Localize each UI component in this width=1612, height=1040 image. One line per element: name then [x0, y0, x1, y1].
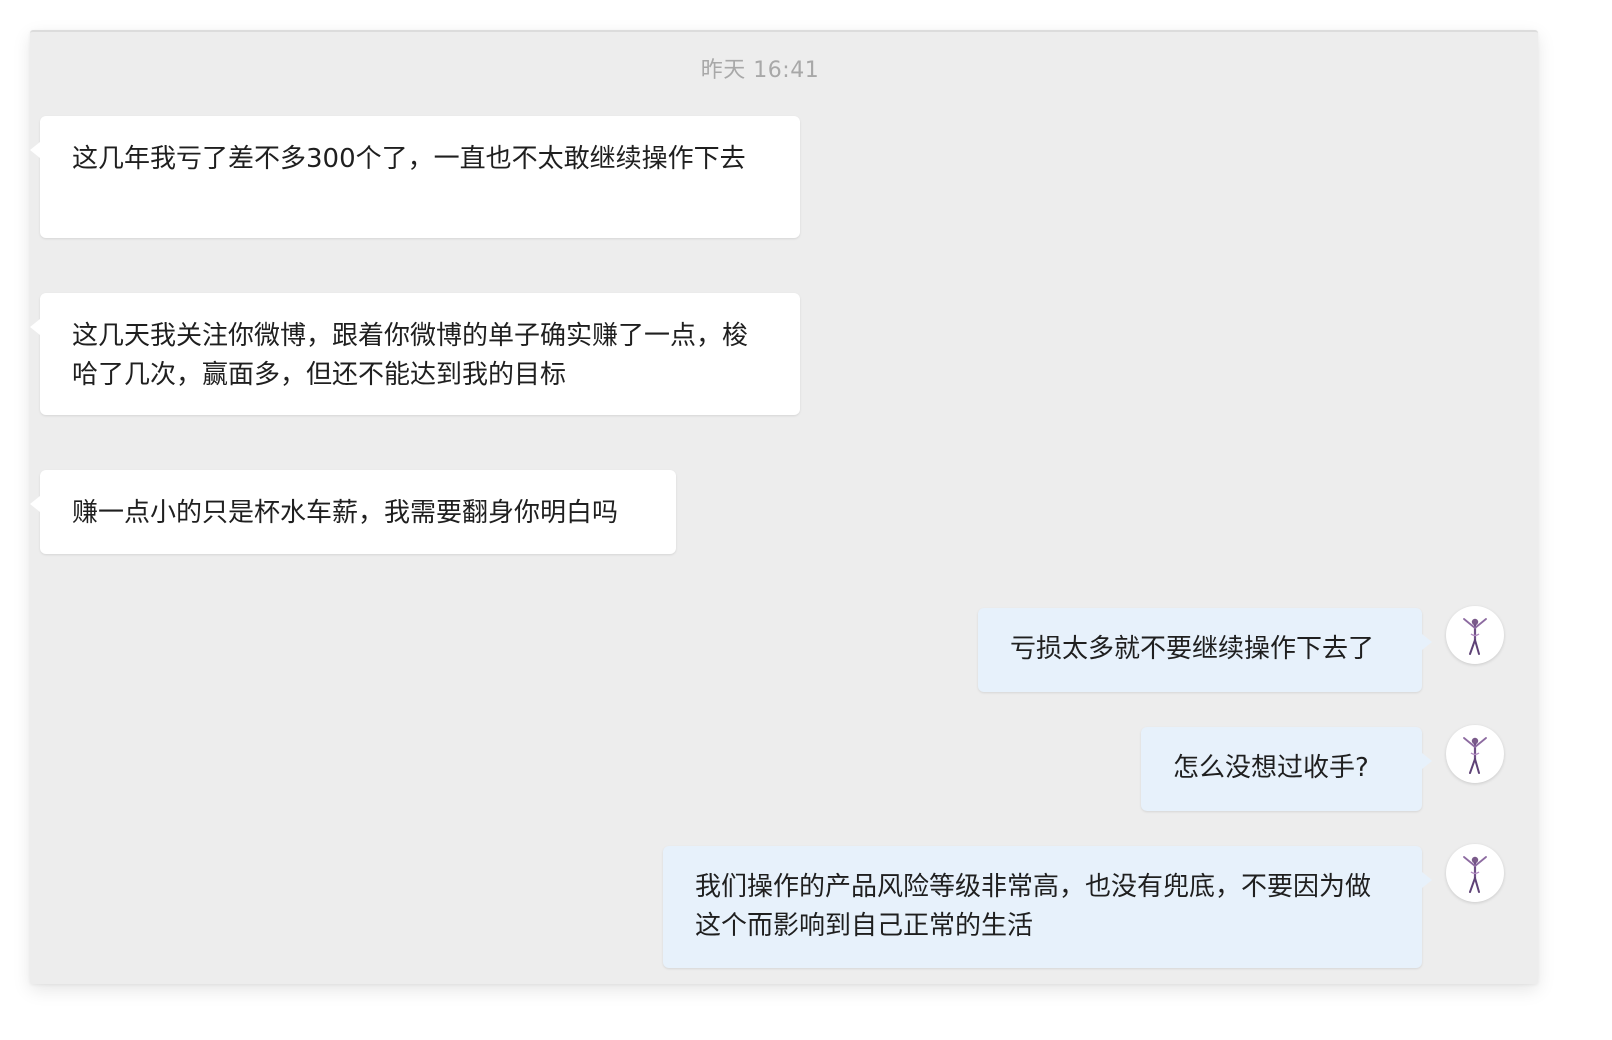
sent-message-bubble[interactable]: 亏损太多就不要继续操作下去了 — [978, 608, 1432, 692]
message-text: 我们操作的产品风险等级非常高，也没有兜底，不要因为做这个而影响到自己正常的生活 — [695, 872, 1372, 941]
sent-message-bubble[interactable]: 我们操作的产品风险等级非常高，也没有兜底，不要因为做这个而影响到自己正常的生活 — [663, 846, 1432, 968]
dancer-avatar-icon[interactable] — [1446, 725, 1504, 783]
dancer-figure-icon — [1463, 737, 1487, 774]
dancer-figure-icon — [1463, 856, 1487, 893]
received-message-bubble[interactable]: 这几年我亏了差不多300个了，一直也不太敢继续操作下去 — [30, 116, 800, 238]
dancer-figure-icon — [1463, 618, 1487, 655]
dancer-avatar-icon[interactable] — [1446, 844, 1504, 902]
received-message-bubble[interactable]: 这几天我关注你微博，跟着你微博的单子确实赚了一点，梭哈了几次，赢面多，但还不能达… — [30, 293, 800, 415]
message-text: 这几天我关注你微博，跟着你微博的单子确实赚了一点，梭哈了几次，赢面多，但还不能达… — [72, 321, 749, 390]
message-text: 亏损太多就不要继续操作下去了 — [1010, 634, 1375, 664]
message-text: 这几年我亏了差不多300个了，一直也不太敢继续操作下去 — [72, 144, 746, 174]
sent-message-bubble[interactable]: 怎么没想过收手? — [1141, 727, 1432, 811]
message-text: 赚一点小的只是杯水车薪，我需要翻身你明白吗 — [72, 498, 619, 528]
message-text: 怎么没想过收手? — [1173, 753, 1369, 783]
dancer-avatar-icon[interactable] — [1446, 606, 1504, 664]
message-timestamp: 昨天 16:41 — [700, 58, 820, 83]
received-message-bubble[interactable]: 赚一点小的只是杯水车薪，我需要翻身你明白吗 — [30, 470, 676, 554]
chat-window: 昨天 16:41 这几年我亏了差不多300个了，一直也不太敢继续操作下去 这几天… — [30, 30, 1538, 984]
